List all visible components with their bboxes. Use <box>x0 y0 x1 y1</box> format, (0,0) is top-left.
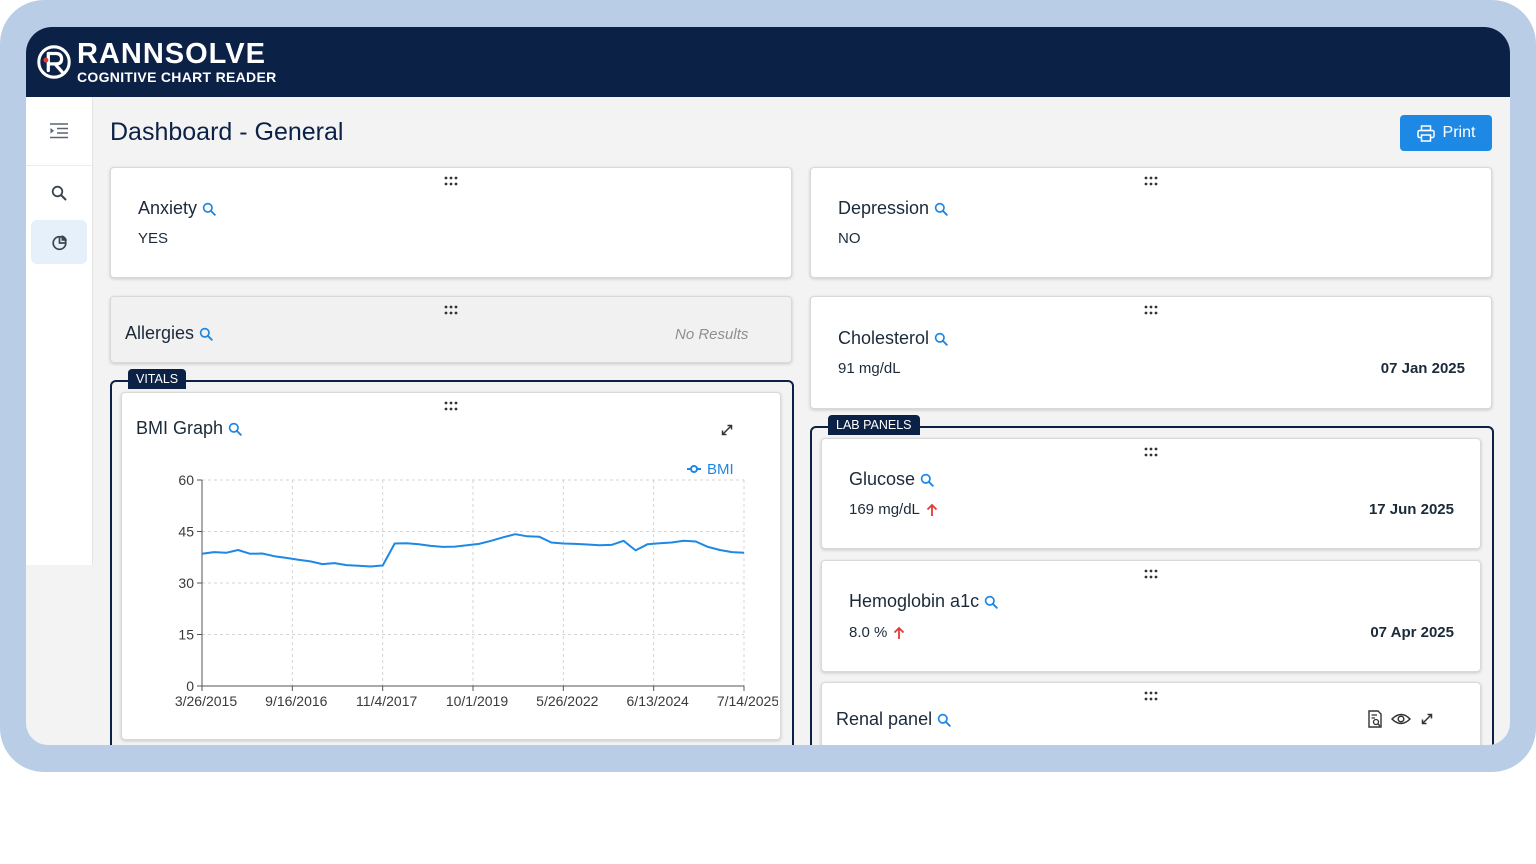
arrow-up-icon <box>894 626 905 639</box>
glucose-value-row: 169 mg/dL <box>849 501 938 518</box>
renal-panel-title: Renal panel <box>836 709 951 730</box>
brand-tagline: COGNITIVE CHART READER <box>77 69 277 85</box>
glucose-value: 169 mg/dL <box>849 501 920 518</box>
glucose-title-text: Glucose <box>849 469 916 489</box>
search-icon[interactable] <box>920 473 934 487</box>
cholesterol-title: Cholesterol <box>838 328 948 349</box>
brand-logo[interactable]: RANNSOLVE COGNITIVE CHART READER <box>35 39 277 85</box>
cholesterol-date: 07 Jan 2025 <box>1380 360 1465 377</box>
x-tick-label: 9/16/2016 <box>265 693 327 709</box>
expand-button[interactable] <box>716 419 738 441</box>
x-tick-label: 10/1/2019 <box>446 693 508 709</box>
printer-icon <box>1416 124 1435 142</box>
page-title: Dashboard - General <box>110 118 344 146</box>
y-tick-label: 60 <box>178 472 194 488</box>
hemoglobin-a1c-card[interactable]: Hemoglobin a1c 8.0 % 07 Apr 2025 <box>821 560 1481 672</box>
hemoglobin-a1c-value: 8.0 % <box>849 624 888 641</box>
sidebar-item-search[interactable] <box>31 171 87 215</box>
drag-handle-icon[interactable] <box>1144 305 1158 315</box>
sidebar-item-dashboard[interactable] <box>31 220 87 264</box>
menu-indent-icon <box>50 123 68 139</box>
brand-name: RANNSOLVE <box>77 38 266 70</box>
y-tick-label: 15 <box>178 627 194 643</box>
app-window: RANNSOLVE COGNITIVE CHART READER Dashboa… <box>26 27 1510 745</box>
view-button[interactable] <box>1390 708 1412 730</box>
document-search-icon <box>1368 710 1382 728</box>
depression-value: NO <box>838 230 861 247</box>
depression-title: Depression <box>838 198 948 219</box>
glucose-card[interactable]: Glucose 169 mg/dL 17 Jun 2025 <box>821 438 1481 549</box>
search-icon[interactable] <box>228 422 242 436</box>
eye-icon <box>1391 713 1411 725</box>
bmi-graph-title: BMI Graph <box>136 418 242 439</box>
lab-panels-group-tag: LAB PANELS <box>828 415 920 435</box>
vitals-group-tag: VITALS <box>128 369 187 389</box>
bmi-graph-title-text: BMI Graph <box>136 418 224 438</box>
renal-panel-card[interactable]: Renal panel <box>821 682 1481 745</box>
drag-handle-icon[interactable] <box>1144 176 1158 186</box>
y-tick-label: 45 <box>178 524 194 540</box>
y-tick-label: 0 <box>186 678 194 694</box>
hemoglobin-a1c-date: 07 Apr 2025 <box>1370 624 1454 641</box>
legend-label: BMI <box>707 461 734 478</box>
cholesterol-value: 91 mg/dL <box>838 360 901 377</box>
x-tick-label: 7/14/2025 <box>717 693 778 709</box>
bmi-graph-card[interactable]: BMI Graph 0 15 30 45 60 3/26/2015 9/16/2016 11/… <box>121 392 781 740</box>
search-icon[interactable] <box>934 202 948 216</box>
hemoglobin-a1c-title-text: Hemoglobin a1c <box>849 591 980 611</box>
cholesterol-card[interactable]: Cholesterol 91 mg/dL 07 Jan 2025 <box>810 296 1492 409</box>
allergies-title: Allergies <box>125 323 213 344</box>
hemoglobin-a1c-value-row: 8.0 % <box>849 624 905 641</box>
print-button-label: Print <box>1442 124 1476 141</box>
allergies-no-results: No Results <box>675 326 749 343</box>
expand-icon <box>721 424 733 436</box>
expand-icon <box>1421 713 1433 725</box>
anxiety-value: YES <box>138 230 169 247</box>
report-button[interactable] <box>1364 708 1386 730</box>
drag-handle-icon[interactable] <box>1144 447 1158 457</box>
drag-handle-icon[interactable] <box>1144 569 1158 579</box>
bmi-line-chart[interactable]: 0 15 30 45 60 3/26/2015 9/16/2016 11/4/2017 10/1… <box>122 453 778 719</box>
depression-card[interactable]: Depression NO <box>810 167 1492 278</box>
x-tick-label: 6/13/2024 <box>627 693 689 709</box>
pie-chart-icon <box>51 234 67 250</box>
sidebar-divider <box>26 165 92 166</box>
renal-panel-title-text: Renal panel <box>836 709 933 729</box>
search-icon[interactable] <box>984 595 998 609</box>
search-icon[interactable] <box>934 332 948 346</box>
allergies-title-text: Allergies <box>125 323 195 343</box>
glucose-title: Glucose <box>849 469 934 490</box>
search-icon[interactable] <box>199 327 213 341</box>
drag-handle-icon[interactable] <box>1144 691 1158 701</box>
renal-expand-button[interactable] <box>1416 708 1438 730</box>
cholesterol-title-text: Cholesterol <box>838 328 930 348</box>
anxiety-title: Anxiety <box>138 198 216 219</box>
y-tick-label: 30 <box>178 575 194 591</box>
sidebar <box>26 97 93 565</box>
print-button[interactable]: Print <box>1400 115 1492 151</box>
drag-handle-icon[interactable] <box>444 176 458 186</box>
search-icon <box>51 185 67 201</box>
rannsolve-logo-icon <box>37 45 71 79</box>
drag-handle-icon[interactable] <box>444 305 458 315</box>
bmi-series-line <box>201 533 745 568</box>
legend-marker <box>690 465 698 473</box>
sidebar-toggle-button[interactable] <box>31 109 87 153</box>
top-bar: RANNSOLVE COGNITIVE CHART READER <box>26 27 1510 97</box>
depression-title-text: Depression <box>838 198 930 218</box>
x-tick-label: 5/26/2022 <box>536 693 598 709</box>
anxiety-title-text: Anxiety <box>138 198 198 218</box>
x-tick-label: 11/4/2017 <box>356 693 417 709</box>
drag-handle-icon[interactable] <box>444 401 458 411</box>
allergies-card[interactable]: Allergies No Results <box>110 296 792 363</box>
arrow-up-icon <box>926 503 938 516</box>
search-icon[interactable] <box>937 713 951 727</box>
x-tick-label: 3/26/2015 <box>175 693 237 709</box>
search-icon[interactable] <box>202 202 216 216</box>
glucose-date: 17 Jun 2025 <box>1368 501 1454 518</box>
hemoglobin-a1c-title: Hemoglobin a1c <box>849 591 998 612</box>
anxiety-card[interactable]: Anxiety YES <box>110 167 792 278</box>
